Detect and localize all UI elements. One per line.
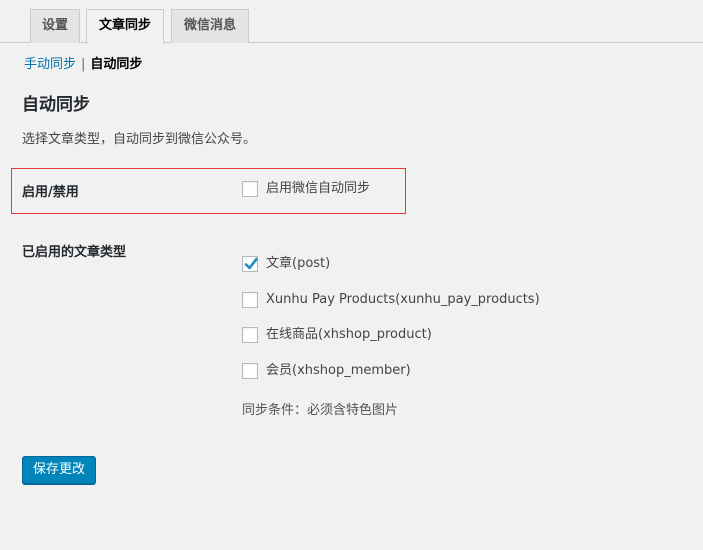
tab-wechat-messages[interactable]: 微信消息 <box>171 9 249 43</box>
page-description: 选择文章类型，自动同步到微信公众号。 <box>22 132 257 147</box>
save-changes-button[interactable]: 保存更改 <box>22 456 96 484</box>
post-type-label-xunhu-pay-products: Xunhu Pay Products(xunhu_pay_products) <box>266 292 540 307</box>
page-title: 自动同步 <box>22 95 90 115</box>
subnav-separator: | <box>81 57 86 72</box>
sync-condition-note: 同步条件：必须含特色图片 <box>242 403 399 418</box>
post-type-label-xhshop-member: 会员(xhshop_member) <box>266 363 411 378</box>
enable-auto-sync-checkbox[interactable] <box>242 181 258 197</box>
enable-auto-sync-label: 启用微信自动同步 <box>266 181 371 196</box>
manual-sync-link[interactable]: 手动同步 <box>24 57 76 72</box>
post-type-label-xhshop-product: 在线商品(xhshop_product) <box>266 327 432 342</box>
post-type-checkbox-post[interactable] <box>242 256 258 272</box>
post-type-label-post: 文章(post) <box>266 256 331 271</box>
post-type-checkbox-xhshop-member[interactable] <box>242 363 258 379</box>
tab-settings[interactable]: 设置 <box>30 9 80 43</box>
checkmark-icon <box>244 257 258 270</box>
auto-sync-current: 自动同步 <box>90 57 143 72</box>
post-type-checkbox-xunhu-pay-products[interactable] <box>242 292 258 308</box>
tab-post-sync[interactable]: 文章同步 <box>86 9 164 44</box>
sub-navigation: 手动同步 | 自动同步 <box>24 56 142 74</box>
settings-tab-bar: 设置 文章同步 微信消息 <box>0 0 703 44</box>
enable-disable-label: 启用/禁用 <box>22 185 79 200</box>
enabled-post-types-label: 已启用的文章类型 <box>22 245 127 260</box>
post-type-checkbox-xhshop-product[interactable] <box>242 327 258 343</box>
